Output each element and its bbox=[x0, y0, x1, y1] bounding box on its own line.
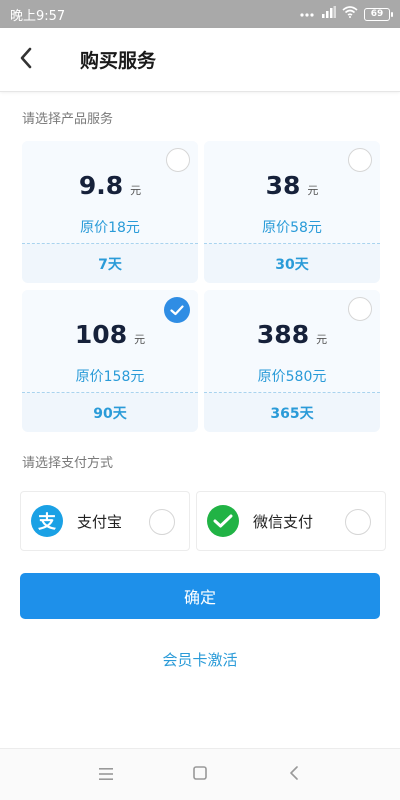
page-title: 购买服务 bbox=[80, 50, 157, 72]
app-header: 购买服务 bbox=[0, 28, 400, 92]
status-bar: 晚上9:57 69 bbox=[0, 0, 400, 28]
product-grid: 9.8 元 原价18元 7天 38 元 原价58元 30天 108 元 原价15… bbox=[0, 141, 400, 432]
price-unit: 元 bbox=[316, 333, 328, 346]
original-price: 原价18元 bbox=[80, 220, 140, 236]
product-card-365-days[interactable]: 388 元 原价580元 365天 bbox=[204, 290, 380, 432]
home-square-icon bbox=[193, 765, 207, 784]
payment-radio[interactable] bbox=[345, 509, 371, 535]
product-price: 388 bbox=[256, 320, 310, 349]
payment-option-alipay[interactable]: 支 支付宝 bbox=[20, 491, 190, 551]
product-duration: 90天 bbox=[93, 405, 127, 422]
product-duration: 7天 bbox=[98, 256, 122, 273]
product-radio[interactable] bbox=[348, 148, 372, 172]
status-icons: 69 bbox=[300, 6, 393, 22]
checkmark-icon bbox=[170, 301, 184, 320]
product-duration: 30天 bbox=[275, 256, 309, 273]
product-radio[interactable] bbox=[348, 297, 372, 321]
product-duration: 365天 bbox=[270, 405, 314, 422]
status-time: 晚上9:57 bbox=[10, 8, 66, 24]
home-button[interactable] bbox=[188, 763, 212, 787]
product-card-7-days[interactable]: 9.8 元 原价18元 7天 bbox=[22, 141, 198, 283]
back-triangle-icon bbox=[289, 765, 299, 784]
wifi-icon bbox=[342, 6, 358, 22]
payment-label: 微信支付 bbox=[253, 512, 314, 531]
payment-radio[interactable] bbox=[149, 509, 175, 535]
product-card-30-days[interactable]: 38 元 原价58元 30天 bbox=[204, 141, 380, 283]
product-price: 38 bbox=[265, 171, 301, 200]
product-radio-checked[interactable] bbox=[164, 297, 190, 323]
payment-methods: 支 支付宝 微信支付 bbox=[0, 491, 400, 551]
confirm-button[interactable]: 确定 bbox=[20, 573, 380, 619]
wechat-pay-icon bbox=[207, 505, 239, 537]
price-unit: 元 bbox=[130, 184, 142, 197]
menu-icon bbox=[99, 765, 113, 784]
original-price: 原价580元 bbox=[257, 369, 327, 385]
product-price: 108 bbox=[74, 320, 128, 349]
battery-icon: 69 bbox=[364, 7, 393, 21]
membership-card-activate-link[interactable]: 会员卡激活 bbox=[0, 649, 400, 670]
menu-button[interactable] bbox=[94, 763, 118, 787]
alipay-icon: 支 bbox=[31, 505, 63, 537]
payment-option-wechat[interactable]: 微信支付 bbox=[196, 491, 386, 551]
signal-dots-icon bbox=[300, 7, 316, 22]
payment-label: 支付宝 bbox=[77, 512, 123, 531]
product-price: 9.8 bbox=[78, 171, 124, 200]
product-radio[interactable] bbox=[166, 148, 190, 172]
cellular-signal-icon bbox=[322, 6, 336, 22]
product-card-90-days[interactable]: 108 元 原价158元 90天 bbox=[22, 290, 198, 432]
product-section-label: 请选择产品服务 bbox=[22, 112, 114, 127]
original-price: 原价58元 bbox=[262, 220, 322, 236]
original-price: 原价158元 bbox=[75, 369, 145, 385]
back-button[interactable] bbox=[0, 28, 52, 92]
price-unit: 元 bbox=[134, 333, 146, 346]
system-back-button[interactable] bbox=[282, 763, 306, 787]
chevron-left-icon bbox=[19, 47, 33, 73]
payment-section-label: 请选择支付方式 bbox=[22, 456, 114, 471]
price-unit: 元 bbox=[307, 184, 319, 197]
system-nav-bar bbox=[0, 748, 400, 800]
